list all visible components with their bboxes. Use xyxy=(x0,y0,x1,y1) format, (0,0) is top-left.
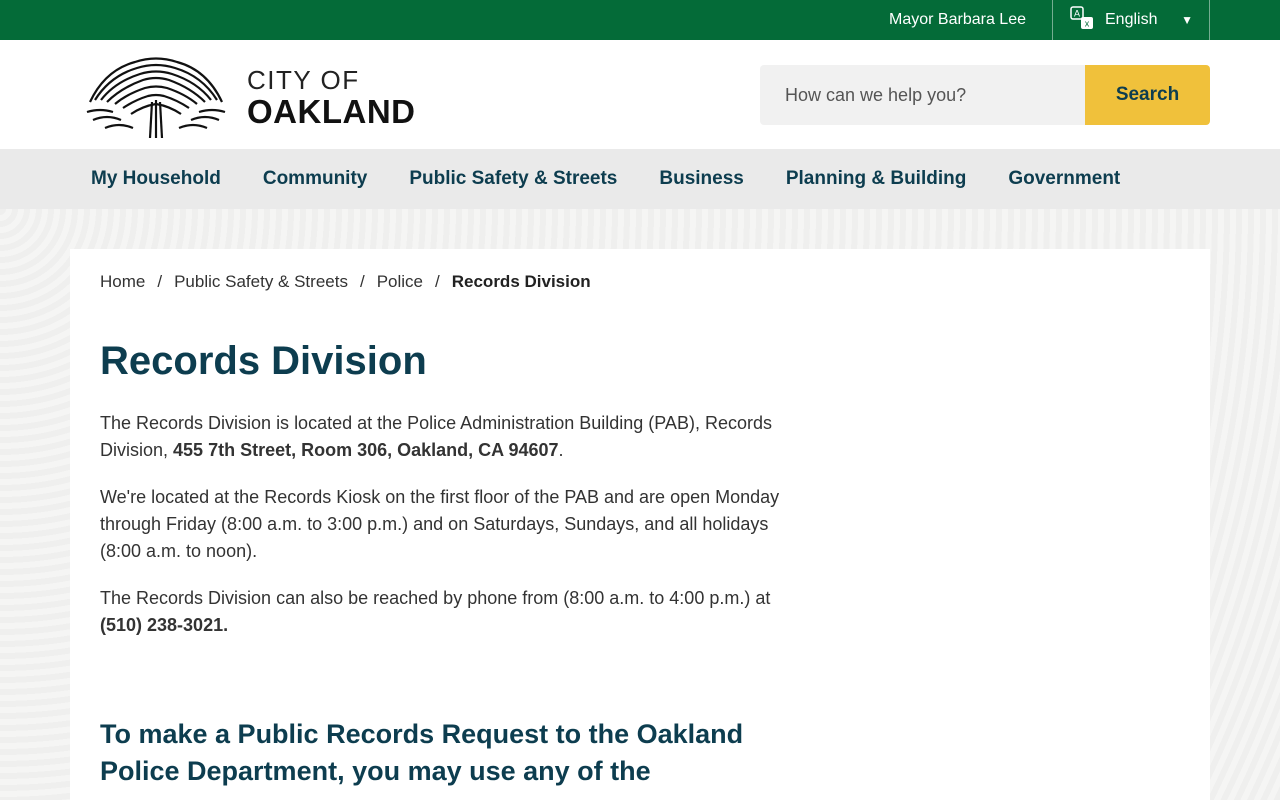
language-selector[interactable]: A x English ▼ xyxy=(1052,0,1210,40)
records-request-heading: To make a Public Records Request to the … xyxy=(100,719,744,786)
nav-public-safety-streets[interactable]: Public Safety & Streets xyxy=(388,168,638,190)
address: 455 7th Street, Room 306, Oakland, CA 94… xyxy=(173,440,559,460)
language-label: English xyxy=(1105,11,1158,28)
caret-down-icon: ▼ xyxy=(1181,13,1193,27)
location-paragraph: The Records Division is located at the P… xyxy=(100,410,800,464)
logo-oakland: OAKLAND xyxy=(247,93,416,130)
location-end: . xyxy=(558,440,564,460)
page-body: The Records Division is located at the P… xyxy=(100,410,1180,639)
city-logo[interactable]: CITY OF OAKLAND xyxy=(85,50,415,145)
breadcrumb-home[interactable]: Home xyxy=(100,272,145,292)
breadcrumb-current: Records Division xyxy=(451,272,591,291)
svg-text:x: x xyxy=(1085,18,1090,28)
main-nav: My Household Community Public Safety & S… xyxy=(0,149,1280,209)
site-header: CITY OF OAKLAND Search xyxy=(0,40,1280,149)
mayor-link[interactable]: Mayor Barbara Lee xyxy=(863,0,1052,40)
phone-text: The Records Division can also be reached… xyxy=(100,588,771,608)
search-input[interactable] xyxy=(760,65,1085,125)
oak-tree-icon xyxy=(85,50,227,145)
nav-community[interactable]: Community xyxy=(242,168,389,190)
phone-number: (510) 238-3021. xyxy=(100,615,229,635)
breadcrumb-separator: / xyxy=(157,272,163,291)
main-content: Home / Public Safety & Streets / Police … xyxy=(70,249,1210,800)
svg-text:A: A xyxy=(1074,8,1080,18)
breadcrumb-separator: / xyxy=(359,272,365,291)
page-title: Records Division xyxy=(100,339,427,383)
nav-planning-building[interactable]: Planning & Building xyxy=(765,168,987,190)
breadcrumb-separator: / xyxy=(435,272,440,291)
breadcrumb-public-safety[interactable]: Public Safety & Streets xyxy=(174,272,348,292)
breadcrumb-police[interactable]: Police xyxy=(377,272,423,292)
logo-city-of: CITY OF xyxy=(247,65,360,95)
utility-bar: Mayor Barbara Lee A x English ▼ xyxy=(0,0,1280,40)
hours-paragraph: We're located at the Records Kiosk on th… xyxy=(100,487,780,561)
site-search: Search xyxy=(760,65,1210,125)
breadcrumb: Home / Public Safety & Streets / Police … xyxy=(100,272,1180,292)
nav-business[interactable]: Business xyxy=(638,168,764,190)
nav-my-household[interactable]: My Household xyxy=(70,168,242,190)
phone-paragraph: The Records Division can also be reached… xyxy=(100,585,800,639)
translate-icon: A x xyxy=(1069,5,1095,36)
search-button[interactable]: Search xyxy=(1085,65,1210,125)
nav-government[interactable]: Government xyxy=(987,168,1141,190)
